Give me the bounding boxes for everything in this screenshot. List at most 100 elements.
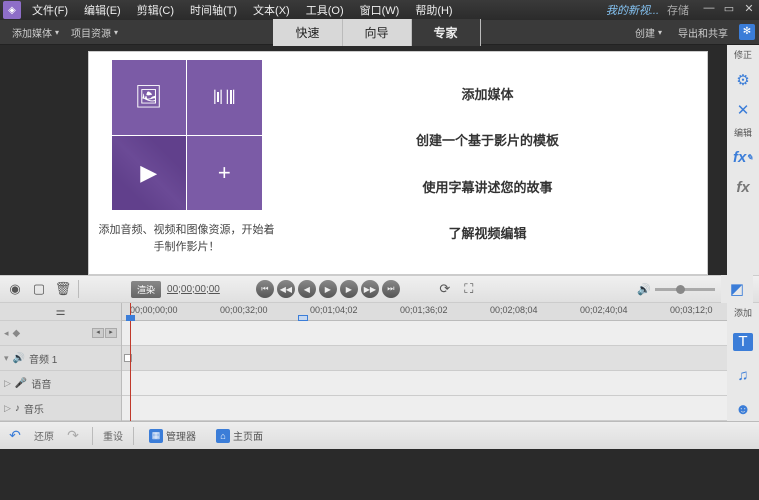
track-label: 音频 1 bbox=[29, 351, 57, 366]
close-icon[interactable]: ✕ bbox=[739, 2, 759, 18]
panel-caption: 添加音频、视频和图像资源，开始着手制作影片！ bbox=[97, 222, 277, 255]
menu-clip[interactable]: 剪辑(C) bbox=[129, 2, 182, 18]
ruler-mark: 00;01;36;02 bbox=[400, 305, 448, 315]
undo-label: 还原 bbox=[34, 428, 54, 443]
minimize-icon[interactable]: — bbox=[699, 2, 719, 18]
redo-icon[interactable]: ↷ bbox=[64, 427, 82, 445]
rewind-icon[interactable]: ◀◀ bbox=[277, 280, 295, 298]
transport-bar: ◉ ▢ 🗑 渲染 00;00;00;00 ⏮ ◀◀ ◀ ▶ ▶ ▶▶ ⏭ ⟳ ⛶… bbox=[0, 275, 759, 303]
fullscreen-icon[interactable]: ⛶ bbox=[460, 280, 478, 298]
sidebar-label-add: 添加 bbox=[734, 307, 752, 321]
menu-timeline[interactable]: 时间轴(T) bbox=[182, 2, 245, 18]
timeline-settings-icon[interactable]: ⚌ bbox=[0, 303, 121, 321]
sidebar-label-edit: 编辑 bbox=[734, 127, 752, 141]
render-button[interactable]: 渲染 bbox=[131, 281, 161, 298]
sidebar-label-fix: 修正 bbox=[734, 49, 752, 63]
home-button[interactable]: ⌂ 主页面 bbox=[211, 426, 268, 445]
titlebar: ◈ 文件(F) 编辑(E) 剪辑(C) 时间轴(T) 文本(X) 工具(O) 窗… bbox=[0, 0, 759, 20]
mute-toggle-icon[interactable]: ◂ bbox=[4, 328, 9, 339]
project-assets-dropdown[interactable]: 项目资源 bbox=[65, 23, 124, 42]
audio-icon[interactable]: ♫ bbox=[732, 365, 754, 385]
save-button[interactable]: 存储 bbox=[667, 2, 689, 18]
track-head-voice[interactable]: ▷🎤 语音 bbox=[0, 371, 121, 396]
menu-window[interactable]: 窗口(W) bbox=[352, 2, 408, 18]
timeline-sidebar: 添加 T ♫ ☻ bbox=[727, 303, 759, 421]
menu-help[interactable]: 帮助(H) bbox=[407, 2, 460, 18]
tab-quick[interactable]: 快速 bbox=[273, 19, 342, 46]
track-row-video[interactable] bbox=[122, 321, 727, 346]
create-dropdown[interactable]: 创建 bbox=[630, 23, 667, 42]
adjust-icon[interactable]: ⚙ bbox=[732, 69, 754, 91]
timeline-body[interactable]: 00;00;00;00 00;00;32;00 00;01;04;02 00;0… bbox=[122, 303, 727, 421]
ruler-mark: 00;02;40;04 bbox=[580, 305, 628, 315]
track-head-audio1[interactable]: ▾🔊 音频 1 bbox=[0, 346, 121, 371]
trash-icon[interactable]: 🗑 bbox=[54, 280, 72, 298]
tile-image-icon: 🖼 bbox=[112, 60, 187, 135]
welcome-panel: 🖼 ⎮⎮⎮⎮ ▶ + 添加音频、视频和图像资源，开始着手制作影片！ 添加媒体 创… bbox=[88, 51, 708, 275]
app-logo-icon: ◈ bbox=[3, 1, 21, 19]
footer-bar: ↶ 还原 ↷ 重设 ▦ 管理器 ⌂ 主页面 bbox=[0, 421, 759, 449]
track-headers: ⚌ ◂ ◆ ◂▸ ▾🔊 音频 1 ▷🎤 语音 ▷♪ 音乐 bbox=[0, 303, 122, 421]
maximize-icon[interactable]: ▭ bbox=[719, 2, 739, 18]
graphics-icon[interactable]: ☻ bbox=[732, 399, 754, 419]
track-head-video[interactable]: ◂ ◆ ◂▸ bbox=[0, 321, 121, 346]
track-row-audio1[interactable] bbox=[122, 346, 727, 371]
tab-guided[interactable]: 向导 bbox=[343, 19, 412, 46]
transitions-icon[interactable]: ◩ bbox=[726, 278, 748, 300]
volume-slider[interactable]: 🔊 bbox=[637, 283, 715, 296]
ruler-mark: 00;03;12;0 bbox=[670, 305, 713, 315]
menubar: 文件(F) 编辑(E) 剪辑(C) 时间轴(T) 文本(X) 工具(O) 窗口(… bbox=[24, 2, 606, 18]
step-fwd-icon[interactable]: ▶ bbox=[340, 280, 358, 298]
reset-button[interactable]: 重设 bbox=[103, 428, 123, 443]
media-tiles: 🖼 ⎮⎮⎮⎮ ▶ + bbox=[112, 60, 262, 210]
fast-fwd-icon[interactable]: ▶▶ bbox=[361, 280, 379, 298]
action-learn-editing[interactable]: 了解视频编辑 bbox=[277, 213, 699, 252]
track-row-voice[interactable] bbox=[122, 371, 727, 396]
loop-icon[interactable]: ⟳ bbox=[436, 280, 454, 298]
playhead[interactable] bbox=[130, 303, 131, 421]
home-icon: ⌂ bbox=[216, 429, 230, 443]
menu-edit[interactable]: 编辑(E) bbox=[76, 2, 129, 18]
grid-icon: ▦ bbox=[149, 429, 163, 443]
fx-b-icon[interactable]: fx bbox=[732, 177, 754, 199]
menu-text[interactable]: 文本(X) bbox=[245, 2, 298, 18]
action-create-template[interactable]: 创建一个基于影片的模板 bbox=[277, 120, 699, 159]
speaker-small-icon[interactable]: 🔊 bbox=[13, 353, 25, 364]
track-row-music[interactable] bbox=[122, 396, 727, 421]
toolbar: 添加媒体 项目资源 快速 向导 专家 创建 导出和共享 ✻ bbox=[0, 20, 759, 45]
track-label: 语音 bbox=[31, 376, 51, 391]
right-sidebar: 修正 ⚙ ✕ 编辑 fx✎ fx bbox=[727, 45, 759, 275]
snapshot-icon[interactable]: ▢ bbox=[30, 280, 48, 298]
scrub-handle-icon[interactable] bbox=[298, 315, 308, 321]
menu-tools[interactable]: 工具(O) bbox=[298, 2, 352, 18]
goto-end-icon[interactable]: ⏭ bbox=[382, 280, 400, 298]
ruler-mark: 00;02;08;04 bbox=[490, 305, 538, 315]
ruler-mark: 00;00;32;00 bbox=[220, 305, 268, 315]
undo-icon[interactable]: ↶ bbox=[6, 427, 24, 445]
titles-icon[interactable]: T bbox=[733, 333, 753, 351]
tab-expert[interactable]: 专家 bbox=[412, 19, 481, 46]
timecode-display[interactable]: 00;00;00;00 bbox=[167, 284, 220, 295]
organizer-button[interactable]: ▦ 管理器 bbox=[144, 426, 201, 445]
add-media-dropdown[interactable]: 添加媒体 bbox=[6, 23, 65, 42]
track-label: 音乐 bbox=[24, 401, 44, 416]
mic-icon[interactable]: 🎤 bbox=[15, 378, 27, 389]
track-head-music[interactable]: ▷♪ 音乐 bbox=[0, 396, 121, 421]
tools-icon[interactable]: ✕ bbox=[732, 99, 754, 121]
camera-icon[interactable]: ◉ bbox=[6, 280, 24, 298]
play-icon[interactable]: ▶ bbox=[319, 280, 337, 298]
export-share-button[interactable]: 导出和共享 bbox=[673, 23, 733, 42]
goto-start-icon[interactable]: ⏮ bbox=[256, 280, 274, 298]
project-name: 我的新视... bbox=[606, 2, 659, 18]
menu-file[interactable]: 文件(F) bbox=[24, 2, 76, 18]
action-subtitle-story[interactable]: 使用字幕讲述您的故事 bbox=[277, 167, 699, 206]
timeline: ⚌ ◂ ◆ ◂▸ ▾🔊 音频 1 ▷🎤 语音 ▷♪ 音乐 00;00;00;00… bbox=[0, 303, 759, 421]
fx-a-icon[interactable]: fx✎ bbox=[732, 147, 754, 169]
action-add-media[interactable]: 添加媒体 bbox=[277, 74, 699, 113]
settings-gear-icon[interactable]: ✻ bbox=[739, 24, 755, 40]
tile-add-icon: + bbox=[187, 136, 262, 211]
step-back-icon[interactable]: ◀ bbox=[298, 280, 316, 298]
music-note-icon[interactable]: ♪ bbox=[15, 403, 20, 414]
time-ruler[interactable]: 00;00;00;00 00;00;32;00 00;01;04;02 00;0… bbox=[122, 303, 727, 321]
workspace: 🖼 ⎮⎮⎮⎮ ▶ + 添加音频、视频和图像资源，开始着手制作影片！ 添加媒体 创… bbox=[0, 45, 759, 275]
